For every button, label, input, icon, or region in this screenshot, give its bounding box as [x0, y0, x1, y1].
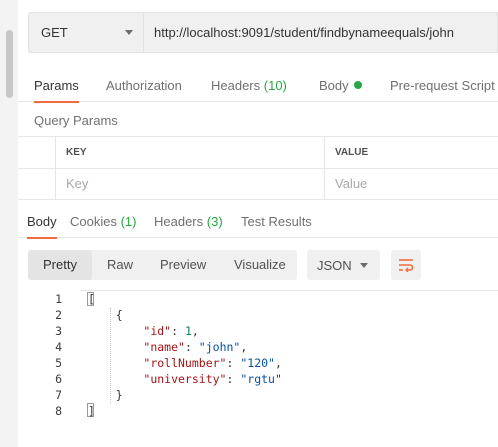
json-key: "university"	[143, 372, 227, 386]
vertical-scrollbar[interactable]	[0, 0, 18, 447]
method-select[interactable]: GET	[28, 12, 144, 53]
code-line: }	[88, 388, 123, 402]
tab-cookies-label: Cookies	[70, 214, 117, 229]
json-key: "rollNumber"	[143, 356, 227, 370]
json-separator: ,	[240, 340, 248, 354]
request-url-bar: GET http://localhost:9091/student/findby…	[28, 12, 498, 53]
tab-authorization[interactable]: Authorization	[106, 70, 182, 102]
tab-body[interactable]: Body	[319, 70, 362, 102]
table-header-row: KEY VALUE	[18, 137, 498, 169]
table-row: Key Value	[18, 168, 498, 200]
tab-prerequest-script[interactable]: Pre-request Script	[390, 70, 495, 102]
json-separator: ,	[191, 324, 199, 338]
response-headers-count-badge: (3)	[206, 214, 223, 229]
json-separator: ,	[274, 356, 282, 370]
json-bracket: [	[88, 292, 95, 306]
tab-cookies[interactable]: Cookies (1)	[70, 206, 136, 238]
line-number: 1	[55, 292, 62, 306]
tab-headers-label: Headers	[211, 78, 261, 93]
json-brace: }	[115, 388, 123, 402]
tab-body-label: Body	[319, 78, 349, 93]
json-brace: {	[115, 308, 123, 322]
tab-authorization-label: Authorization	[106, 78, 182, 93]
line-number: 3	[55, 324, 62, 338]
json-value: "rgtu"	[240, 372, 282, 386]
json-bracket: ]	[88, 404, 95, 418]
chevron-down-icon	[360, 262, 368, 268]
tab-response-body[interactable]: Body	[27, 206, 57, 239]
key-input[interactable]: Key	[55, 168, 324, 199]
line-number: 4	[55, 340, 62, 354]
url-input[interactable]: http://localhost:9091/student/findbyname…	[144, 12, 498, 53]
method-label: GET	[41, 25, 68, 40]
json-value: "120"	[240, 356, 275, 370]
tab-params[interactable]: Params	[34, 70, 79, 103]
line-number: 8	[55, 404, 62, 418]
tab-test-results-label: Test Results	[241, 214, 312, 229]
code-line: {	[88, 308, 123, 322]
value-column-header: VALUE	[324, 137, 498, 168]
postman-window: GET http://localhost:9091/student/findby…	[0, 0, 498, 447]
response-body-viewer[interactable]: 1 2 3 4 5 6 7 8 [ { "id": 1, "name": "jo…	[18, 290, 498, 420]
code-line: "university": "rgtu"	[143, 372, 282, 386]
code-line: [	[88, 292, 95, 306]
query-params-title: Query Params	[34, 113, 118, 128]
tab-response-headers[interactable]: Headers (3)	[154, 206, 223, 238]
view-mode-selector: Pretty Raw Preview Visualize	[28, 250, 297, 280]
code-divider	[81, 290, 498, 291]
tab-params-label: Params	[34, 78, 79, 93]
view-raw-button[interactable]: Raw	[107, 250, 133, 280]
chevron-down-icon	[125, 30, 133, 35]
scrollbar-thumb[interactable]	[6, 30, 13, 98]
request-tabs: Params Authorization Headers (10) Body P…	[18, 70, 498, 103]
tab-test-results[interactable]: Test Results	[241, 206, 312, 238]
code-line: ]	[88, 404, 95, 418]
green-dot-icon	[353, 81, 362, 89]
tab-prerequest-label: Pre-request Script	[390, 78, 495, 93]
code-line: "id": 1,	[143, 324, 199, 338]
tab-response-headers-label: Headers	[154, 214, 204, 229]
view-pretty-button[interactable]: Pretty	[28, 250, 92, 280]
cookies-count-badge: (1)	[120, 214, 137, 229]
line-number: 5	[55, 356, 62, 370]
line-number: 7	[55, 388, 62, 402]
code-line: "rollNumber": "120",	[143, 356, 282, 370]
code-line: "name": "john",	[143, 340, 248, 354]
json-key: "id"	[143, 324, 172, 338]
json-key: "name"	[143, 340, 185, 354]
headers-count-badge: (10)	[263, 78, 287, 93]
response-tabs: Body Cookies (1) Headers (3) Test Result…	[18, 206, 498, 239]
tab-headers[interactable]: Headers (10)	[211, 70, 287, 102]
query-params-table: KEY VALUE Key Value	[18, 136, 498, 200]
key-column-header: KEY	[55, 137, 329, 168]
json-value: 1	[184, 324, 192, 338]
line-number: 2	[55, 308, 62, 322]
view-visualize-button[interactable]: Visualize	[234, 250, 286, 280]
format-select[interactable]: JSON	[307, 250, 380, 280]
view-preview-button[interactable]: Preview	[160, 250, 206, 280]
text-wrap-icon	[399, 259, 414, 272]
json-value: "john"	[198, 340, 241, 354]
format-label: JSON	[317, 257, 352, 273]
line-number: 6	[55, 372, 62, 386]
wrap-lines-button[interactable]	[391, 250, 421, 280]
value-input[interactable]: Value	[324, 168, 498, 199]
tab-response-body-label: Body	[27, 214, 57, 229]
